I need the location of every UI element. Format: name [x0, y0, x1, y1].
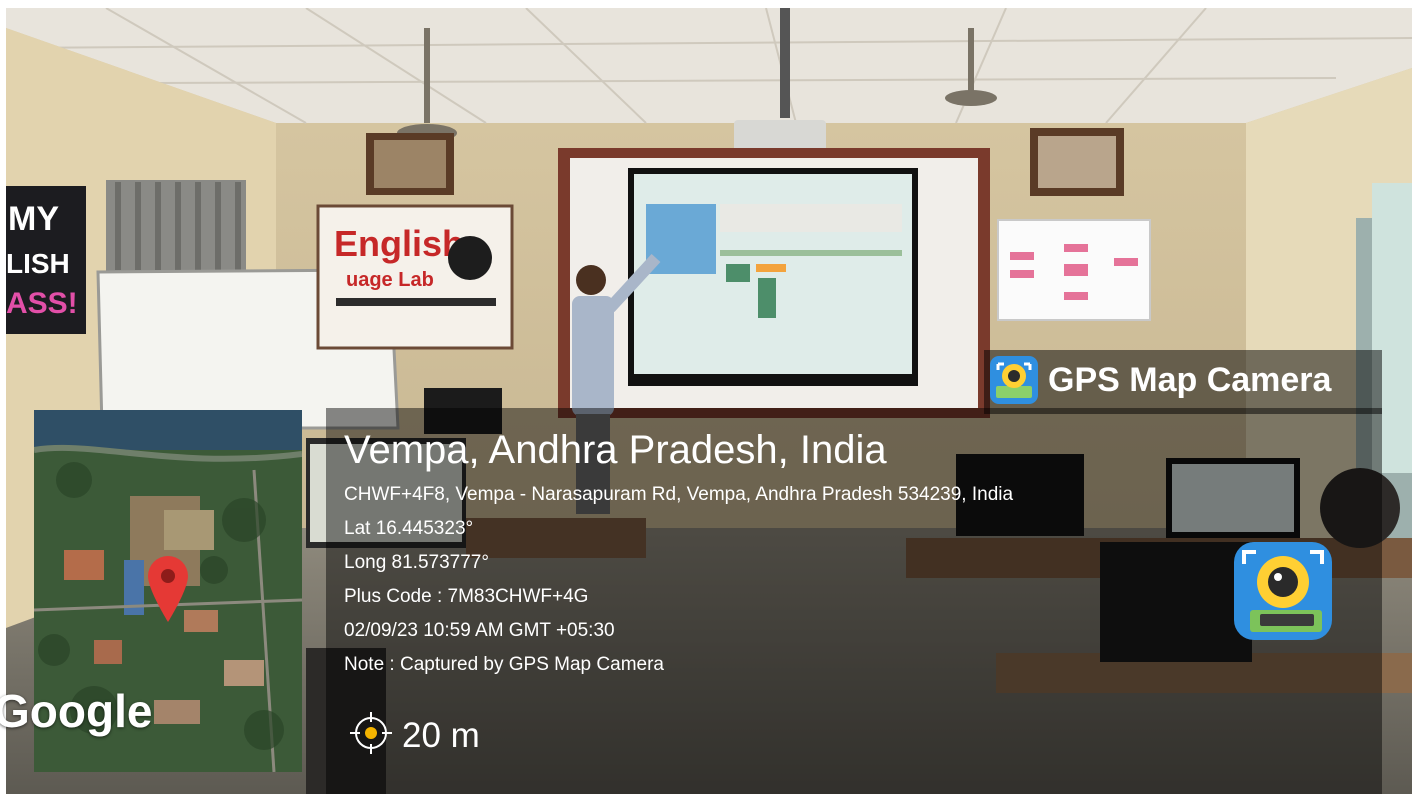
screenshot: MY LISH ASS! English uage Lab GPS Map Ca… [0, 0, 1418, 796]
map-provider-label: Google [0, 685, 153, 737]
gps-map-camera-logo-icon [990, 356, 1038, 404]
banner-line-1: MY [8, 200, 59, 238]
banner-line-3: ASS! [6, 287, 78, 320]
plus-code-line: Plus Code : 7M83CHWF+4G [344, 586, 589, 607]
accuracy-value: 20 m [402, 716, 480, 755]
banner-line-2: LISH [6, 248, 70, 279]
place-title: Vempa, Andhra Pradesh, India [344, 428, 887, 472]
latitude-line: Lat 16.445323° [344, 518, 474, 539]
datetime-line: 02/09/23 10:59 AM GMT +05:30 [344, 620, 615, 641]
app-name-label: GPS Map Camera [1048, 361, 1332, 399]
note-line: Note : Captured by GPS Map Camera [344, 654, 664, 675]
address-line: CHWF+4F8, Vempa - Narasapuram Rd, Vempa,… [344, 484, 1014, 505]
map-pin-icon [148, 556, 188, 622]
longitude-line: Long 81.573777° [344, 552, 489, 573]
gps-map-camera-app-icon[interactable] [1234, 542, 1332, 640]
lab-sign-title: English [334, 223, 464, 264]
lab-sign-subtitle: uage Lab [346, 269, 434, 291]
gps-target-icon [348, 710, 394, 756]
